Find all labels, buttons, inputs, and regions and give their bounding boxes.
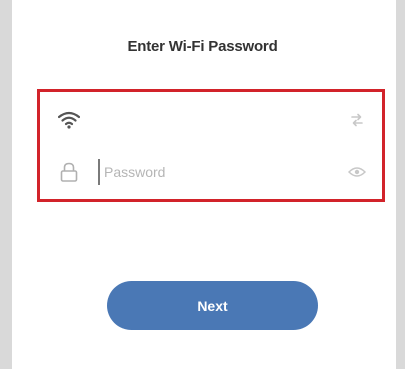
switch-network-icon[interactable] <box>346 109 368 131</box>
wifi-password-screen: Enter Wi-Fi Password Next <box>0 0 405 369</box>
left-edge-bar <box>0 0 12 369</box>
password-row <box>40 154 382 190</box>
credentials-highlight-box <box>37 89 385 202</box>
eye-icon[interactable] <box>346 161 368 183</box>
password-input[interactable] <box>98 159 334 185</box>
lock-icon <box>56 159 82 185</box>
next-button[interactable]: Next <box>107 281 318 330</box>
wifi-icon <box>56 107 82 133</box>
right-edge-bar <box>396 0 405 369</box>
page-title: Enter Wi-Fi Password <box>127 38 278 55</box>
ssid-row[interactable] <box>40 102 382 138</box>
